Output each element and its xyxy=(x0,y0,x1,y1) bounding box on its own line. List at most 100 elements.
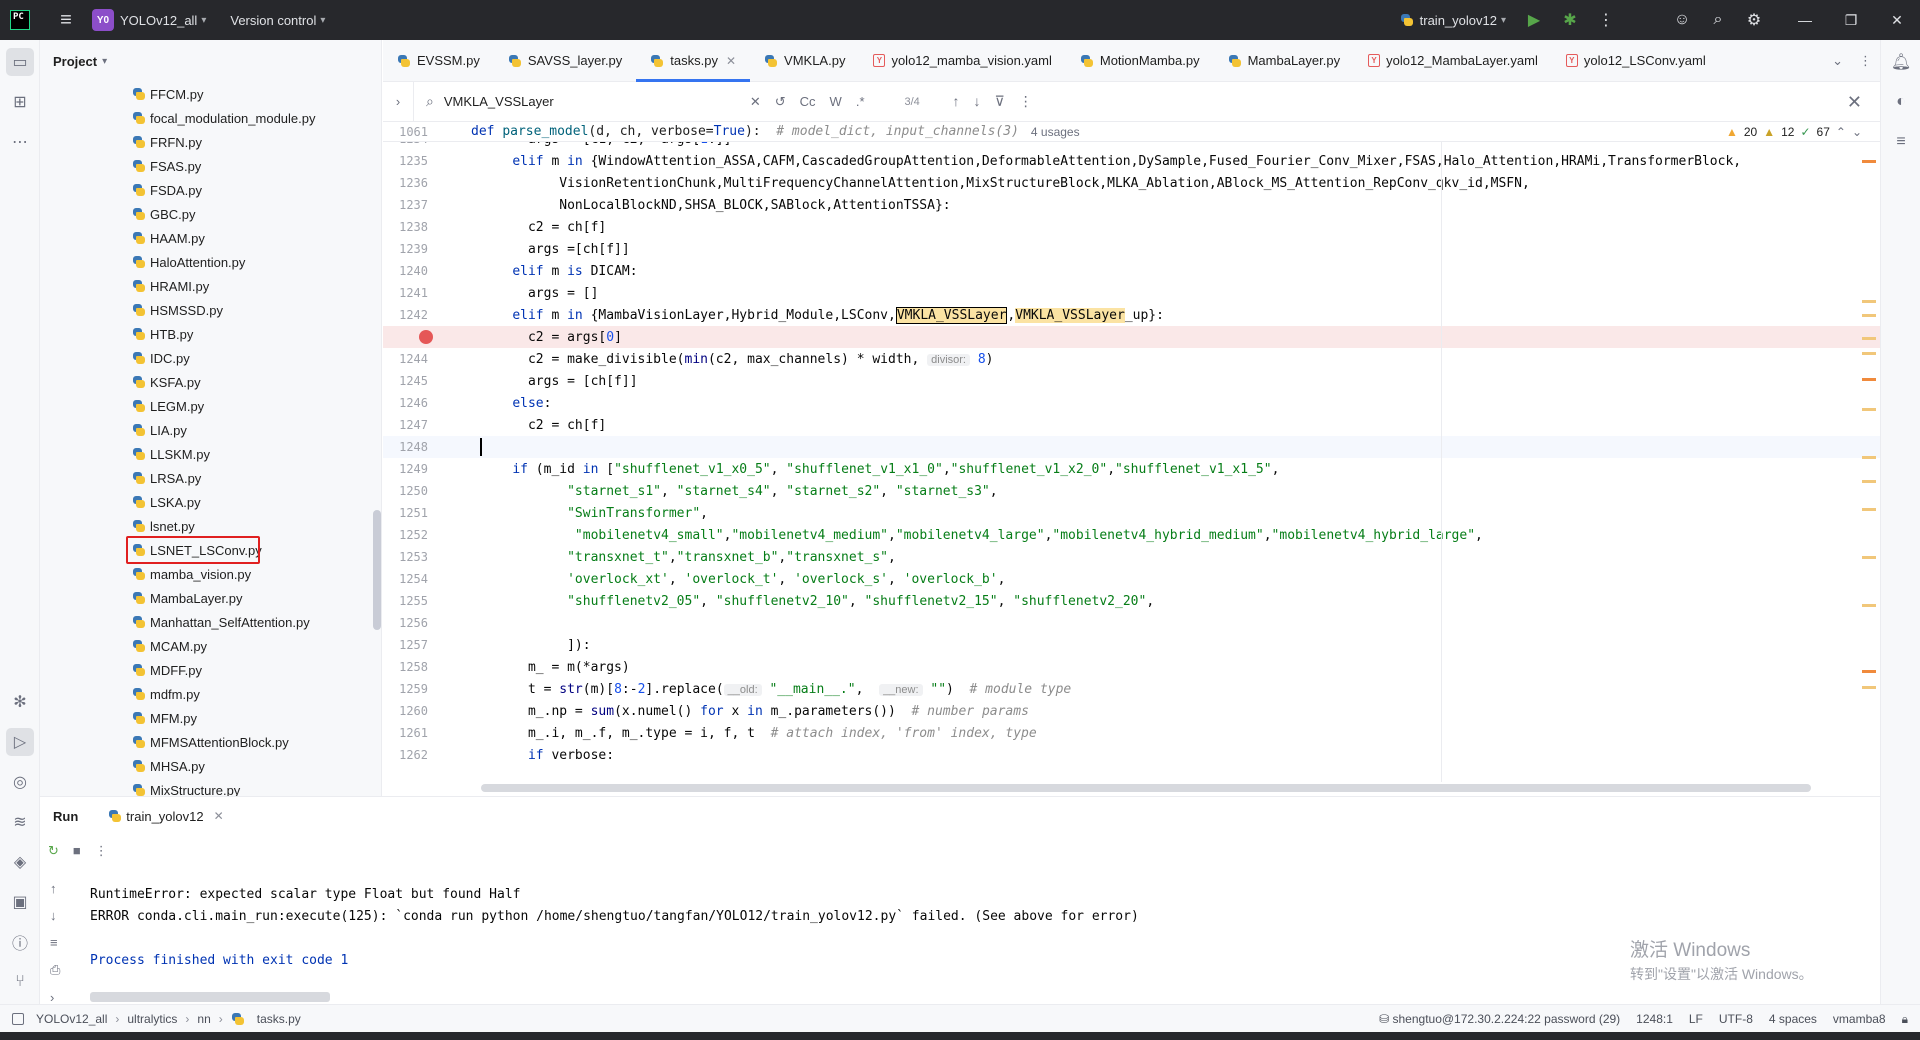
file-tree-item[interactable]: lsnet.py xyxy=(40,514,370,538)
stripe-mark[interactable] xyxy=(1862,160,1876,163)
scroll-up-icon[interactable]: ↑ xyxy=(50,881,60,896)
next-match-icon[interactable]: ↓ xyxy=(974,93,981,110)
code-editor[interactable]: 1061 def parse_model(d, ch, verbose=True… xyxy=(383,122,1880,796)
ai-assistant-icon[interactable]: ◐ xyxy=(1887,88,1915,116)
code-line[interactable]: 1252 "mobilenetv4_small","mobilenetv4_me… xyxy=(383,524,1880,546)
stripe-mark[interactable] xyxy=(1862,686,1876,689)
find-input[interactable]: VMKLA_VSSLayer xyxy=(444,94,744,109)
code-line[interactable]: 1249 if (m_id in ["shufflenet_v1_x0_5", … xyxy=(383,458,1880,480)
run-more-icon[interactable]: ⋮ xyxy=(95,843,108,859)
breadcrumb-item[interactable]: nn xyxy=(197,1012,210,1026)
stop-icon[interactable]: ■ xyxy=(73,843,81,859)
code-line[interactable]: 1242 elif m in {MambaVisionLayer,Hybrid_… xyxy=(383,304,1880,326)
services-icon[interactable]: ◈ xyxy=(6,848,34,876)
file-tree-item[interactable]: HaloAttention.py xyxy=(40,250,370,274)
editor-tab[interactable]: MotionMamba.py xyxy=(1066,40,1214,81)
horizontal-scrollbar[interactable] xyxy=(481,784,1811,792)
project-switcher[interactable]: Y0 YOLOv12_all ▾ xyxy=(86,0,206,40)
filter-icon[interactable]: ⊽ xyxy=(995,93,1005,110)
file-tree-item[interactable]: IDC.py xyxy=(40,346,370,370)
terminal-icon[interactable]: ▣ xyxy=(6,888,34,916)
breakpoint-icon[interactable] xyxy=(419,330,433,344)
clear-search-icon[interactable]: ✕ xyxy=(750,94,761,110)
find-more-icon[interactable]: ⋮ xyxy=(1019,93,1033,110)
code-line[interactable]: 1236 VisionRetentionChunk,MultiFrequency… xyxy=(383,172,1880,194)
minimize-button[interactable]: — xyxy=(1782,0,1828,40)
code-line[interactable]: 1237 NonLocalBlockND,SHSA_BLOCK,SABlock,… xyxy=(383,194,1880,216)
console-line[interactable]: RuntimeError: expected scalar type Float… xyxy=(90,883,1870,905)
remote-host[interactable]: ⛁ shengtuo@172.30.2.224:22 password (29) xyxy=(1379,1012,1620,1026)
file-tree-item[interactable]: LRSA.py xyxy=(40,466,370,490)
code-line[interactable]: 1243 c2 = args[0] xyxy=(383,326,1880,348)
close-tab-icon[interactable]: ✕ xyxy=(726,54,736,68)
notifications-bell-icon[interactable]: 🔔︎ xyxy=(1887,48,1915,76)
run-tool-icon[interactable]: ▷ xyxy=(6,728,34,756)
file-tree-item[interactable]: FRFN.py xyxy=(40,130,370,154)
code-line[interactable]: 1245 args = [ch[f]] xyxy=(383,370,1880,392)
file-tree-item[interactable]: GBC.py xyxy=(40,202,370,226)
stripe-mark[interactable] xyxy=(1862,670,1876,673)
file-tree-item[interactable]: MFM.py xyxy=(40,706,370,730)
code-line[interactable]: 1259 t = str(m)[8:-2].replace(__old: "__… xyxy=(383,678,1880,700)
code-line[interactable]: 1247 c2 = ch[f] xyxy=(383,414,1880,436)
run-tab[interactable]: train_yolov12 ✕ xyxy=(108,809,224,824)
close-find-icon[interactable]: ✕ xyxy=(1847,92,1862,113)
database-icon[interactable]: ≡ xyxy=(1887,128,1915,156)
run-icon[interactable]: ▶ xyxy=(1516,0,1552,40)
layers-icon[interactable]: ≋ xyxy=(6,808,34,836)
main-menu-icon[interactable]: ≡ xyxy=(46,0,86,40)
editor-tab[interactable]: Yyolo12_LSConv.yaml xyxy=(1552,40,1720,81)
file-tree-item[interactable]: KSFA.py xyxy=(40,370,370,394)
file-tree-item[interactable]: MCAM.py xyxy=(40,634,370,658)
rerun-icon[interactable]: ↻ xyxy=(48,843,59,859)
editor-tab[interactable]: Yyolo12_mamba_vision.yaml xyxy=(859,40,1065,81)
code-line[interactable]: 1253 "transxnet_t","transxnet_b","transx… xyxy=(383,546,1880,568)
line-separator[interactable]: LF xyxy=(1689,1012,1703,1026)
breadcrumb-item[interactable]: YOLOv12_all xyxy=(36,1012,107,1026)
code-line[interactable]: 1257 ]): xyxy=(383,634,1880,656)
usages-hint[interactable]: 4 usages xyxy=(1031,125,1080,139)
file-tree-item[interactable]: mamba_vision.py xyxy=(40,562,370,586)
file-tree-item[interactable]: LSNET_LSConv.py xyxy=(40,538,370,562)
structure-icon[interactable]: ⊞ xyxy=(6,88,34,116)
editor-tab[interactable]: MambaLayer.py xyxy=(1214,40,1355,81)
file-tree-item[interactable]: MixStructure.py xyxy=(40,778,370,796)
code-line[interactable]: 1258 m_ = m(*args) xyxy=(383,656,1880,678)
python-interpreter[interactable]: vmamba8 xyxy=(1833,1012,1886,1026)
console-scrollbar[interactable] xyxy=(90,992,330,1002)
code-line[interactable]: 1254 'overlock_xt', 'overlock_t', 'overl… xyxy=(383,568,1880,590)
regex-toggle[interactable]: .* xyxy=(856,94,865,109)
debug-bug-icon[interactable]: ✻ xyxy=(6,688,34,716)
file-tree-item[interactable]: HAAM.py xyxy=(40,226,370,250)
sticky-header[interactable]: 1061 def parse_model(d, ch, verbose=True… xyxy=(383,122,1880,142)
python-console-icon[interactable]: ◎ xyxy=(6,768,34,796)
stripe-mark[interactable] xyxy=(1862,314,1876,317)
code-line[interactable]: 1239 args =[ch[f]] xyxy=(383,238,1880,260)
whole-word-toggle[interactable]: W xyxy=(830,94,842,109)
expand-replace-icon[interactable]: › xyxy=(383,94,413,109)
more-actions-icon[interactable]: ⋮ xyxy=(1588,0,1624,40)
problems-icon[interactable]: ⓘ xyxy=(6,928,34,956)
console-line[interactable]: ERROR conda.cli.main_run:execute(125): `… xyxy=(90,905,1870,927)
file-tree-item[interactable]: FFCM.py xyxy=(40,82,370,106)
cursor-position[interactable]: 1248:1 xyxy=(1636,1012,1673,1026)
tab-more-icon[interactable]: ⋮ xyxy=(1859,53,1872,69)
stripe-mark[interactable] xyxy=(1862,508,1876,511)
stripe-mark[interactable] xyxy=(1862,352,1876,355)
project-tool-folder-icon[interactable]: ▭ xyxy=(6,48,34,76)
chevron-down-icon[interactable]: ⌄ xyxy=(1852,125,1862,139)
file-tree-item[interactable]: HSMSSD.py xyxy=(40,298,370,322)
file-tree-item[interactable]: LEGM.py xyxy=(40,394,370,418)
file-tree-item[interactable]: mdfm.py xyxy=(40,682,370,706)
settings-gear-icon[interactable]: ⚙ xyxy=(1736,0,1772,40)
code-line[interactable]: 1240 elif m is DICAM: xyxy=(383,260,1880,282)
breadcrumb-item[interactable]: tasks.py xyxy=(257,1012,301,1026)
indent-setting[interactable]: 4 spaces xyxy=(1769,1012,1817,1026)
code-line[interactable]: 1241 args = [] xyxy=(383,282,1880,304)
file-tree-item[interactable]: FSAS.py xyxy=(40,154,370,178)
stripe-mark[interactable] xyxy=(1862,556,1876,559)
search-options-icon[interactable]: ⌕ xyxy=(426,93,434,110)
inspection-widget[interactable]: ▲ 20 ▲ 12 ✓ 67 ⌃ ⌄ xyxy=(1726,122,1862,142)
previous-match-icon[interactable]: ↑ xyxy=(953,93,960,110)
file-tree-item[interactable]: MDFF.py xyxy=(40,658,370,682)
